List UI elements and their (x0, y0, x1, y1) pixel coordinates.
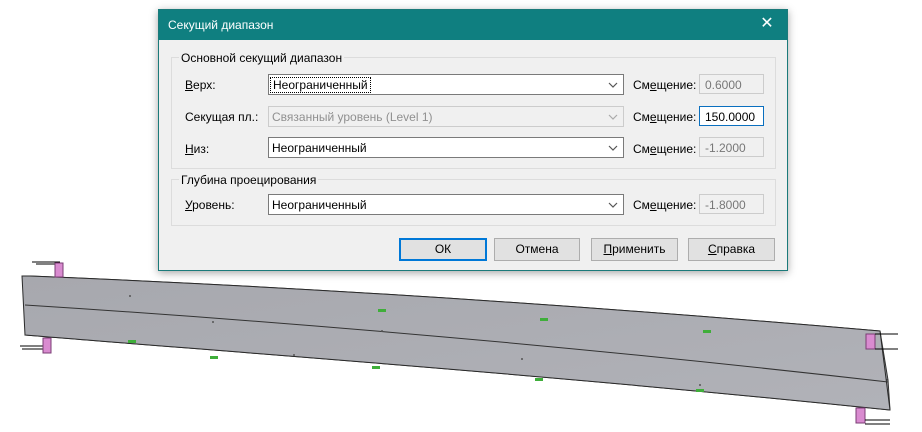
view-depth-group-title: Глубина проецирования (179, 173, 319, 187)
bottom-label: Низ: (185, 142, 210, 156)
bottom-offset-input[interactable]: -1.2000 (699, 137, 764, 157)
close-icon[interactable]: ✕ (747, 10, 787, 40)
top-label: Верх: (185, 78, 216, 92)
depth-offset-input[interactable]: -1.8000 (699, 194, 764, 214)
depth-level-select[interactable]: Неограниченный (268, 194, 624, 215)
depth-level-label: Уровень: (185, 198, 235, 212)
apply-button[interactable]: Применить (591, 238, 678, 261)
chevron-down-icon (608, 82, 618, 88)
beam-outline (21, 275, 891, 411)
bottom-offset-label: Смещение: (633, 142, 697, 156)
depth-offset-label: Смещение: (633, 198, 697, 212)
cut-plane-offset-label: Смещение: (633, 110, 697, 124)
cut-plane-label: Секущая пл.: (185, 110, 259, 124)
cut-plane-select[interactable]: Связанный уровень (Level 1) (268, 106, 624, 127)
chevron-down-icon (608, 202, 618, 208)
top-offset-input[interactable]: 0.6000 (699, 74, 764, 94)
cancel-button[interactable]: Отмена (494, 238, 580, 261)
ok-button[interactable]: ОК (399, 238, 487, 261)
top-offset-label: Смещение: (633, 78, 697, 92)
primary-range-group-title: Основной секущий диапазон (179, 51, 345, 65)
chevron-down-icon (608, 114, 618, 120)
dialog-titlebar[interactable]: Секущий диапазон ✕ (159, 10, 787, 40)
dialog-title: Секущий диапазон (168, 18, 274, 32)
view-range-dialog: Секущий диапазон ✕ Основной секущий диап… (158, 9, 788, 271)
bottom-level-select[interactable]: Неограниченный (268, 137, 624, 158)
help-button[interactable]: Справка (688, 238, 775, 261)
chevron-down-icon (608, 145, 618, 151)
cut-plane-offset-input[interactable]: 150.0000 (699, 106, 764, 126)
top-level-select[interactable]: Неограниченный (268, 74, 624, 95)
